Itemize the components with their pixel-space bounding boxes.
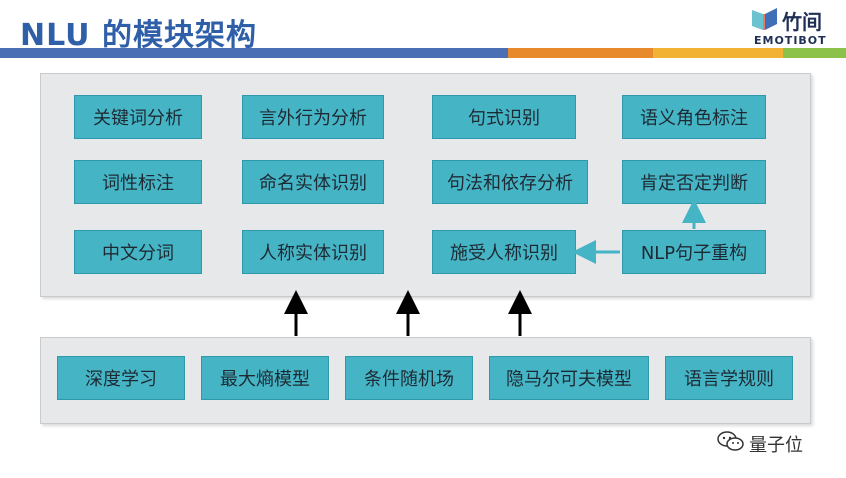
wechat-icon [717,431,744,451]
connector-arrows [284,199,706,336]
watermark-text: 量子位 [749,435,803,456]
